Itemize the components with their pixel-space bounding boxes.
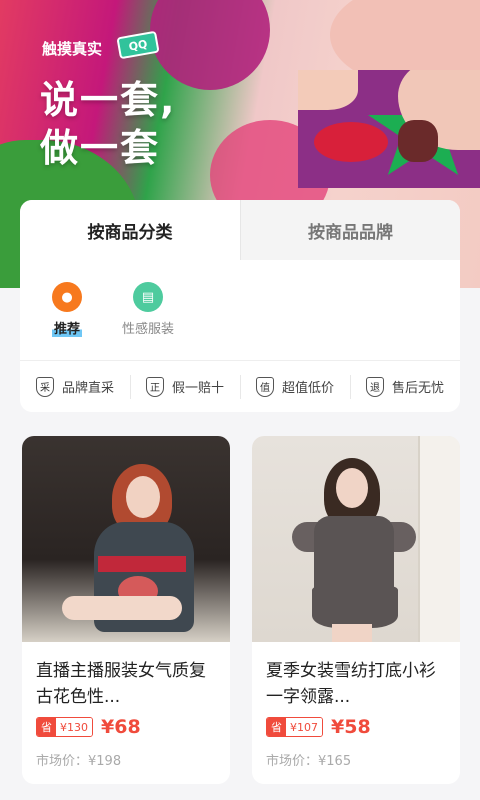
guarantee-label: 假一赔十 — [171, 381, 224, 396]
category-label: 性感服装 — [122, 322, 175, 337]
product-card[interactable]: 直播主播服装女气质复古花色性... 省 ¥130 ¥68 市场价：¥198 — [22, 436, 230, 784]
guarantee-bar: 采 品牌直采 正 假一赔十 值 超值低价 退 售后无忧 — [20, 361, 460, 412]
product-price: ¥68 — [101, 716, 141, 738]
banner-brand: 触摸真实 — [42, 40, 103, 58]
product-image[interactable] — [252, 436, 460, 642]
guarantee-after-sales: 退 售后无忧 — [350, 361, 460, 412]
price-row: 省 ¥130 ¥68 — [36, 716, 141, 738]
savings-label: 省 — [267, 718, 286, 736]
savings-amount: ¥130 — [56, 718, 92, 736]
category-card: 按商品分类 按商品品牌 ● 推荐 ▤ 性感服装 采 品牌直采 正 假一赔十 值 … — [20, 200, 460, 412]
savings-amount: ¥107 — [286, 718, 322, 736]
shield-icon: 正 — [145, 376, 164, 397]
product-card[interactable]: 夏季女装雪纺打底小衫一字领露... 省 ¥107 ¥58 市场价：¥165 — [252, 436, 460, 784]
category-label: 推荐 — [52, 318, 83, 337]
shield-icon: 采 — [35, 376, 54, 397]
price-row: 省 ¥107 ¥58 — [266, 716, 371, 738]
guarantee-label: 品牌直采 — [61, 381, 114, 396]
guarantee-label: 售后无忧 — [391, 381, 444, 396]
category-tabs: 按商品分类 按商品品牌 — [20, 200, 460, 260]
savings-badge: 省 ¥130 — [36, 717, 93, 737]
guarantee-direct-purchase: 采 品牌直采 — [20, 361, 130, 412]
category-item-recommended[interactable]: ● 推荐 — [52, 282, 83, 337]
product-title[interactable]: 夏季女装雪纺打底小衫一字领露... — [266, 658, 452, 710]
shield-icon: 值 — [255, 376, 274, 397]
market-price: 市场价：¥198 — [36, 754, 122, 769]
tab-by-brand[interactable]: 按商品品牌 — [240, 200, 460, 260]
product-price: ¥58 — [331, 716, 371, 738]
slogan-line-1: 说一套, — [40, 78, 177, 122]
slogan-line-2: 做一套 — [40, 126, 161, 170]
category-list: ● 推荐 ▤ 性感服装 — [20, 260, 460, 358]
savings-label: 省 — [37, 718, 56, 736]
flame-icon: ● — [52, 282, 82, 312]
savings-badge: 省 ¥107 — [266, 717, 323, 737]
guarantee-low-price: 值 超值低价 — [240, 361, 350, 412]
product-image[interactable] — [22, 436, 230, 642]
product-title[interactable]: 直播主播服装女气质复古花色性... — [36, 658, 222, 710]
banner-photo — [298, 70, 480, 188]
category-item-sexy-clothing[interactable]: ▤ 性感服装 — [122, 282, 174, 337]
banner-slogan: 说一套, 做一套 — [40, 76, 176, 172]
qq-logo-icon: QQ — [116, 30, 160, 60]
market-price: 市场价：¥165 — [266, 754, 352, 769]
clipboard-icon: ▤ — [133, 282, 163, 312]
guarantee-authentic: 正 假一赔十 — [130, 361, 240, 412]
shield-icon: 退 — [365, 376, 384, 397]
tab-by-category[interactable]: 按商品分类 — [20, 200, 240, 260]
guarantee-label: 超值低价 — [281, 381, 334, 396]
